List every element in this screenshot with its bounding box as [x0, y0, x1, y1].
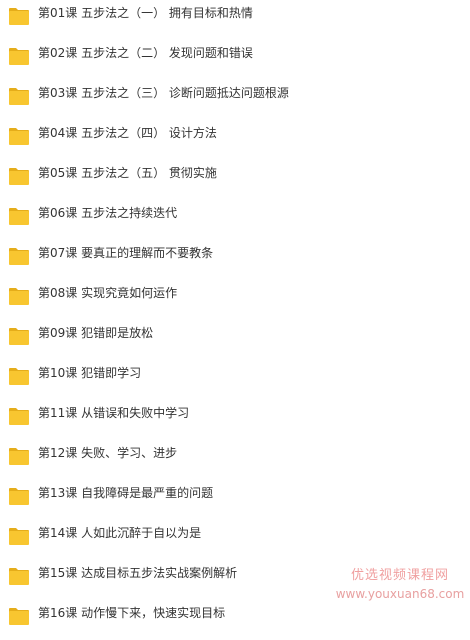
- folder-icon: [9, 48, 29, 65]
- folder-item[interactable]: 第15课 达成目标五步法实战案例解析: [0, 560, 440, 600]
- folder-item[interactable]: 第07课 要真正的理解而不要教条: [0, 240, 440, 280]
- folder-label: 第09课 犯错即是放松: [38, 326, 154, 340]
- folder-item[interactable]: 第02课 五步法之（二） 发现问题和错误: [0, 40, 440, 80]
- folder-icon: [9, 568, 29, 585]
- folder-icon: [9, 328, 29, 345]
- folder-label: 第05课 五步法之（五） 贯彻实施: [38, 166, 217, 180]
- folder-item[interactable]: 第13课 自我障碍是最严重的问题: [0, 480, 440, 520]
- folder-icon: [9, 208, 29, 225]
- folder-label: 第15课 达成目标五步法实战案例解析: [38, 566, 238, 580]
- folder-icon: [9, 368, 29, 385]
- folder-icon: [9, 168, 29, 185]
- folder-item[interactable]: 第03课 五步法之（三） 诊断问题抵达问题根源: [0, 80, 440, 120]
- folder-icon: [9, 8, 29, 25]
- folder-label: 第08课 实现究竟如何运作: [38, 286, 178, 300]
- folder-item[interactable]: 第16课 动作慢下来，快速实现目标: [0, 600, 440, 640]
- folder-label: 第01课 五步法之（一） 拥有目标和热情: [38, 6, 253, 20]
- folder-icon: [9, 248, 29, 265]
- folder-label: 第06课 五步法之持续迭代: [38, 206, 178, 220]
- folder-icon: [9, 288, 29, 305]
- folder-item[interactable]: 第05课 五步法之（五） 贯彻实施: [0, 160, 440, 200]
- folder-label: 第13课 自我障碍是最严重的问题: [38, 486, 214, 500]
- folder-icon: [9, 608, 29, 625]
- folder-icon: [9, 128, 29, 145]
- folder-label: 第14课 人如此沉醉于自以为是: [38, 526, 202, 540]
- folder-icon: [9, 528, 29, 545]
- folder-item[interactable]: 第01课 五步法之（一） 拥有目标和热情: [0, 0, 440, 40]
- folder-label: 第04课 五步法之（四） 设计方法: [38, 126, 217, 140]
- folder-icon: [9, 448, 29, 465]
- folder-icon: [9, 488, 29, 505]
- folder-item[interactable]: 第06课 五步法之持续迭代: [0, 200, 440, 240]
- folder-item[interactable]: 第10课 犯错即学习: [0, 360, 440, 400]
- folder-label: 第03课 五步法之（三） 诊断问题抵达问题根源: [38, 86, 289, 100]
- folder-icon: [9, 88, 29, 105]
- folder-label: 第16课 动作慢下来，快速实现目标: [38, 606, 226, 620]
- folder-item[interactable]: 第09课 犯错即是放松: [0, 320, 440, 360]
- folder-icon: [9, 408, 29, 425]
- folder-item[interactable]: 第08课 实现究竟如何运作: [0, 280, 440, 320]
- folder-list: 第01课 五步法之（一） 拥有目标和热情 第02课 五步法之（二） 发现问题和错…: [0, 0, 470, 635]
- folder-label: 第02课 五步法之（二） 发现问题和错误: [38, 46, 253, 60]
- folder-item[interactable]: 第04课 五步法之（四） 设计方法: [0, 120, 440, 160]
- folder-label: 第07课 要真正的理解而不要教条: [38, 246, 214, 260]
- folder-item[interactable]: 第11课 从错误和失败中学习: [0, 400, 440, 440]
- folder-label: 第11课 从错误和失败中学习: [38, 406, 190, 420]
- folder-item[interactable]: 第12课 失败、学习、进步: [0, 440, 440, 480]
- folder-label: 第12课 失败、学习、进步: [38, 446, 178, 460]
- folder-label: 第10课 犯错即学习: [38, 366, 142, 380]
- folder-item[interactable]: 第14课 人如此沉醉于自以为是: [0, 520, 440, 560]
